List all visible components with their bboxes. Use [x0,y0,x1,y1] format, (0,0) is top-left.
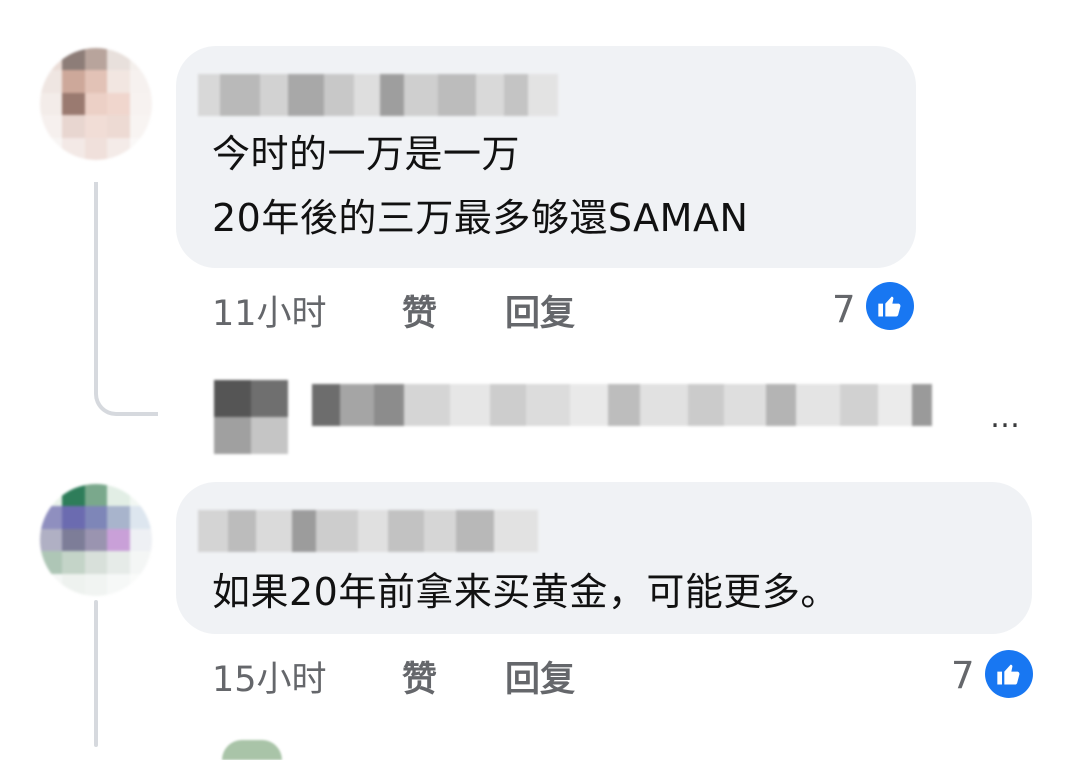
avatar[interactable] [222,740,282,760]
avatar[interactable] [40,48,152,160]
reply-author-avatar [214,380,288,454]
comment-timestamp[interactable]: 15小时 [212,660,327,700]
thumbs-up-icon[interactable] [985,650,1033,698]
like-count: 7 [832,288,856,331]
comment-timestamp[interactable]: 11小时 [212,294,327,334]
thread-connector [94,182,158,416]
like-button[interactable]: 赞 [402,660,437,700]
comment-text-line: 20年後的三万最多够還SAMAN [212,196,749,240]
avatar[interactable] [40,484,152,596]
like-button[interactable]: 赞 [402,294,437,334]
more-indicator: … [990,400,1022,435]
reply-button[interactable]: 回复 [505,660,575,700]
thumbs-up-icon [878,296,901,317]
thumbs-up-icon[interactable] [866,282,914,330]
comment-text-line: 如果20年前拿来买黄金，可能更多。 [212,570,839,614]
reply-button[interactable]: 回复 [505,294,575,334]
thread-line [94,600,98,747]
reply-preview[interactable] [312,384,932,426]
comment-text-line: 今时的一万是一万 [212,132,521,176]
author-name[interactable] [198,74,558,116]
thumbs-up-icon [997,664,1020,685]
like-count: 7 [951,654,975,697]
author-name[interactable] [198,510,538,552]
